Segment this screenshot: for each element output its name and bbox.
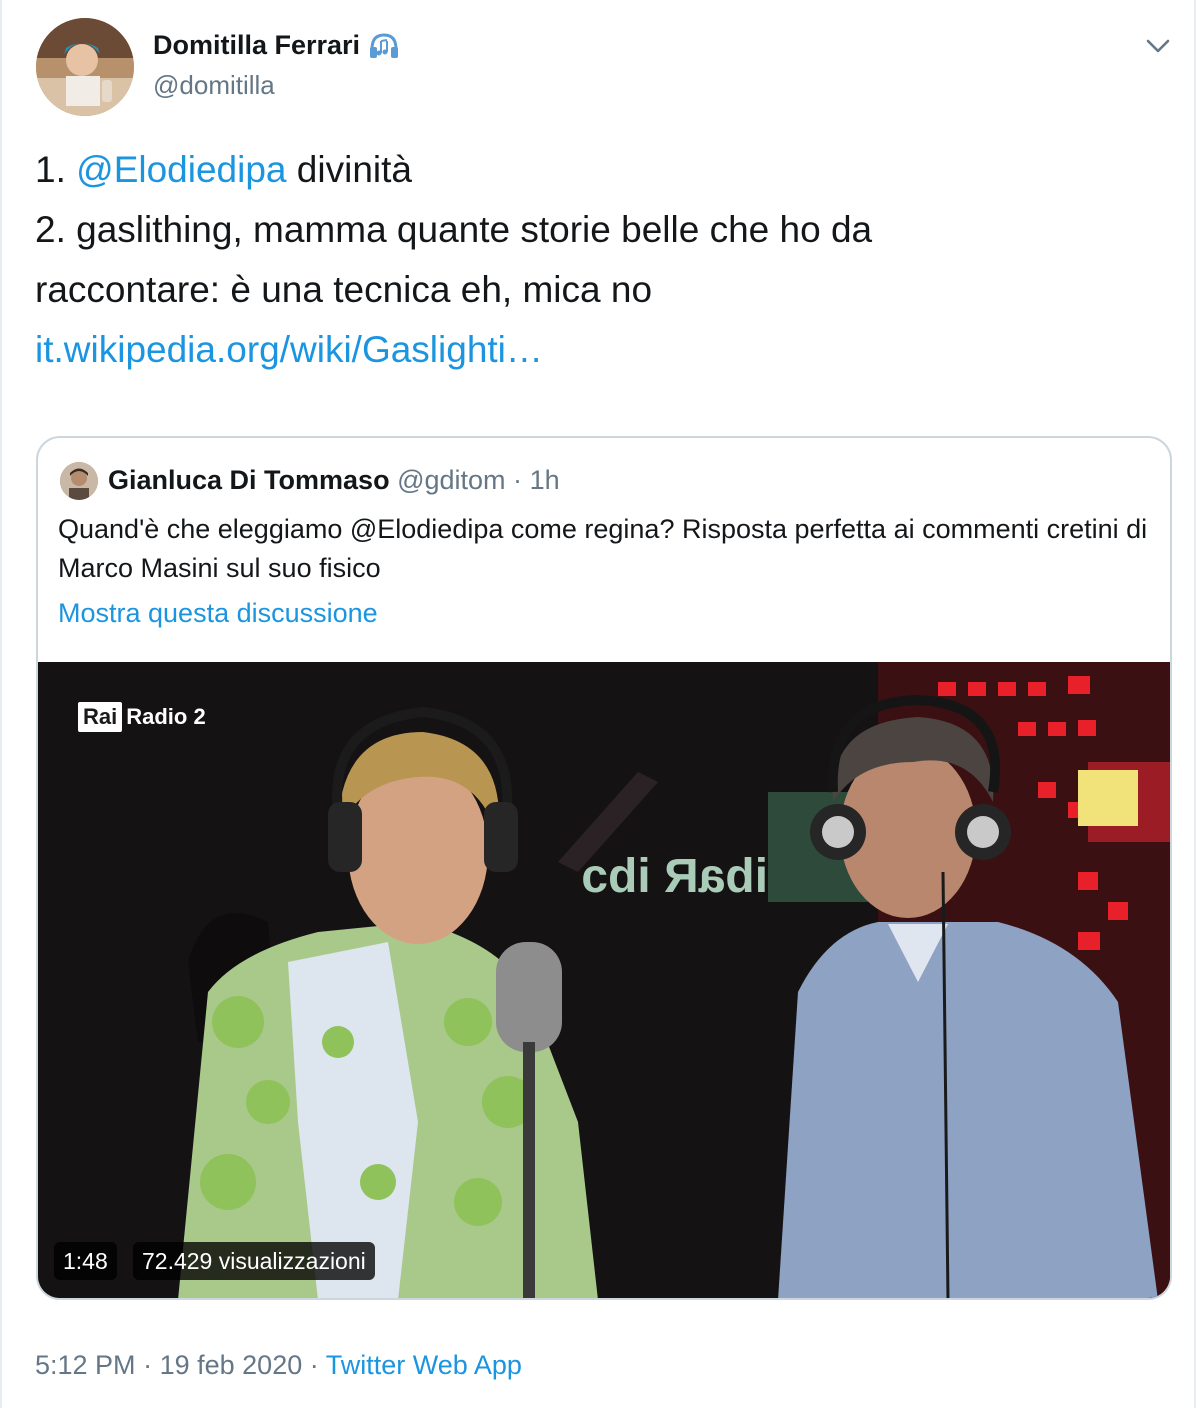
quoted-separator: · [513, 465, 523, 495]
footer-separator-2: · [309, 1350, 319, 1380]
author-name-text: Domitilla Ferrari [153, 30, 361, 60]
tweet-card: Domitilla Ferrari @domitilla 1. @Elodied… [0, 0, 1196, 1408]
mention-link[interactable]: @Elodiedipa [76, 149, 286, 190]
tweet-line-1-rest: divinità [296, 149, 412, 190]
rai-logo-text: Radio 2 [126, 704, 206, 729]
tweet-time[interactable]: 5:12 PM [35, 1350, 136, 1380]
quoted-handle: @gditom [397, 465, 506, 495]
tweet-text: 1. @Elodiedipa divinità 2. gaslithing, m… [35, 140, 1155, 380]
quoted-time: 1h [529, 465, 560, 495]
avatar-image [36, 18, 134, 116]
source-app-link[interactable]: Twitter Web App [326, 1350, 522, 1380]
wikipedia-link[interactable]: it.wikipedia.org/wiki/Gaslighti… [35, 320, 1155, 380]
video-thumbnail: ibaR ibɔ [38, 662, 1170, 1298]
video-player[interactable]: ibaR ibɔ Rai Radio 2 1:48 72.429 visuali… [38, 662, 1170, 1298]
footer-separator-1: · [143, 1350, 153, 1380]
tweet-line-1: 1. @Elodiedipa divinità [35, 140, 1155, 200]
rai-radio2-logo: Rai Radio 2 [78, 702, 206, 732]
author-name[interactable]: Domitilla Ferrari [153, 30, 400, 61]
author-avatar[interactable] [36, 18, 134, 116]
quoted-text: Quand'è che eleggiamo @Elodiedipa come r… [58, 514, 1148, 583]
author-handle[interactable]: @domitilla [153, 70, 275, 101]
quoted-header: Gianluca Di Tommaso @gditom · 1h [108, 465, 560, 496]
tweet-line-2: 2. gaslithing, mamma quante storie belle… [35, 209, 873, 250]
show-thread-link[interactable]: Mostra questa discussione [58, 598, 378, 629]
chevron-down-icon[interactable] [1142, 30, 1174, 62]
quoted-avatar-image [60, 462, 98, 500]
tweet-footer: 5:12 PM · 19 feb 2020 · Twitter Web App [35, 1350, 522, 1381]
list-number: 1. [35, 149, 66, 190]
quoted-tweet[interactable]: Gianluca Di Tommaso @gditom · 1h Quand'è… [36, 436, 1172, 1300]
video-views-badge: 72.429 visualizzazioni [133, 1242, 375, 1280]
video-duration-badge: 1:48 [54, 1242, 117, 1280]
svg-text:ibaR ibɔ: ibaR ibɔ [581, 850, 768, 903]
tweet-line-3: raccontare: è una tecnica eh, mica no [35, 269, 653, 310]
headphone-icon [370, 32, 399, 58]
quoted-author-name[interactable]: Gianluca Di Tommaso [108, 465, 390, 495]
rai-logo-box: Rai [78, 702, 123, 732]
quoted-author-avatar[interactable] [60, 462, 98, 500]
tweet-date[interactable]: 19 feb 2020 [160, 1350, 303, 1380]
